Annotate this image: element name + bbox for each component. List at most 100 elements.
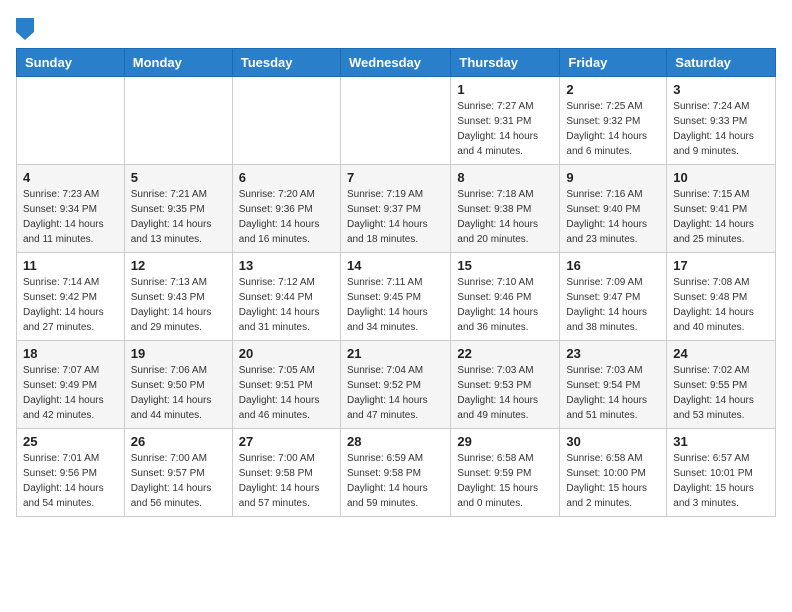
calendar-week-row: 18 Sunrise: 7:07 AM Sunset: 9:49 PM Dayli…: [17, 341, 776, 429]
day-number: 24: [673, 346, 769, 361]
calendar-week-row: 25 Sunrise: 7:01 AM Sunset: 9:56 PM Dayli…: [17, 429, 776, 517]
calendar-cell: 28 Sunrise: 6:59 AM Sunset: 9:58 PM Dayli…: [340, 429, 450, 517]
calendar-cell: 14 Sunrise: 7:11 AM Sunset: 9:45 PM Dayli…: [340, 253, 450, 341]
day-number: 2: [566, 82, 660, 97]
day-info: Sunrise: 7:24 AM Sunset: 9:33 PM Dayligh…: [673, 99, 769, 159]
day-info: Sunrise: 6:58 AM Sunset: 10:00 PM Daylig…: [566, 451, 660, 511]
calendar-cell: 6Sunrise: 7:20 AM Sunset: 9:36 PM Daylig…: [232, 165, 340, 253]
day-header-sunday: Sunday: [17, 49, 125, 77]
day-info: Sunrise: 7:12 AM Sunset: 9:44 PM Dayligh…: [239, 275, 334, 335]
calendar-cell: 29 Sunrise: 6:58 AM Sunset: 9:59 PM Dayli…: [451, 429, 560, 517]
calendar-cell: 20 Sunrise: 7:05 AM Sunset: 9:51 PM Dayli…: [232, 341, 340, 429]
calendar-cell: 16 Sunrise: 7:09 AM Sunset: 9:47 PM Dayli…: [560, 253, 667, 341]
day-number: 20: [239, 346, 334, 361]
day-number: 28: [347, 434, 444, 449]
day-info: Sunrise: 7:27 AM Sunset: 9:31 PM Dayligh…: [457, 99, 553, 159]
day-number: 26: [131, 434, 226, 449]
day-number: 12: [131, 258, 226, 273]
calendar-cell: 15Sunrise: 7:10 AM Sunset: 9:46 PM Dayli…: [451, 253, 560, 341]
calendar-cell: [232, 77, 340, 165]
calendar-cell: 10 Sunrise: 7:15 AM Sunset: 9:41 PM Dayli…: [667, 165, 776, 253]
day-header-monday: Monday: [124, 49, 232, 77]
day-info: Sunrise: 7:14 AM Sunset: 9:42 PM Dayligh…: [23, 275, 118, 335]
day-info: Sunrise: 7:02 AM Sunset: 9:55 PM Dayligh…: [673, 363, 769, 423]
day-number: 7: [347, 170, 444, 185]
logo-icon: [16, 18, 34, 40]
day-header-tuesday: Tuesday: [232, 49, 340, 77]
day-number: 9: [566, 170, 660, 185]
day-number: 14: [347, 258, 444, 273]
calendar-cell: 3 Sunrise: 7:24 AM Sunset: 9:33 PM Daylig…: [667, 77, 776, 165]
day-info: Sunrise: 6:59 AM Sunset: 9:58 PM Dayligh…: [347, 451, 444, 511]
day-number: 16: [566, 258, 660, 273]
day-info: Sunrise: 7:01 AM Sunset: 9:56 PM Dayligh…: [23, 451, 118, 511]
calendar-cell: 31Sunrise: 6:57 AM Sunset: 10:01 PM Dayl…: [667, 429, 776, 517]
day-info: Sunrise: 7:06 AM Sunset: 9:50 PM Dayligh…: [131, 363, 226, 423]
calendar-cell: [340, 77, 450, 165]
day-info: Sunrise: 7:25 AM Sunset: 9:32 PM Dayligh…: [566, 99, 660, 159]
day-number: 11: [23, 258, 118, 273]
calendar-cell: 8 Sunrise: 7:18 AM Sunset: 9:38 PM Daylig…: [451, 165, 560, 253]
calendar-cell: 26 Sunrise: 7:00 AM Sunset: 9:57 PM Dayli…: [124, 429, 232, 517]
day-number: 25: [23, 434, 118, 449]
day-number: 18: [23, 346, 118, 361]
day-number: 6: [239, 170, 334, 185]
calendar-cell: 22Sunrise: 7:03 AM Sunset: 9:53 PM Dayli…: [451, 341, 560, 429]
calendar-header-row: SundayMondayTuesdayWednesdayThursdayFrid…: [17, 49, 776, 77]
day-info: Sunrise: 7:16 AM Sunset: 9:40 PM Dayligh…: [566, 187, 660, 247]
day-number: 30: [566, 434, 660, 449]
day-info: Sunrise: 7:05 AM Sunset: 9:51 PM Dayligh…: [239, 363, 334, 423]
day-number: 17: [673, 258, 769, 273]
day-number: 22: [457, 346, 553, 361]
day-info: Sunrise: 7:13 AM Sunset: 9:43 PM Dayligh…: [131, 275, 226, 335]
day-info: Sunrise: 7:11 AM Sunset: 9:45 PM Dayligh…: [347, 275, 444, 335]
day-header-wednesday: Wednesday: [340, 49, 450, 77]
day-info: Sunrise: 6:57 AM Sunset: 10:01 PM Daylig…: [673, 451, 769, 511]
day-info: Sunrise: 7:00 AM Sunset: 9:58 PM Dayligh…: [239, 451, 334, 511]
calendar-cell: 9 Sunrise: 7:16 AM Sunset: 9:40 PM Daylig…: [560, 165, 667, 253]
calendar-cell: 2 Sunrise: 7:25 AM Sunset: 9:32 PM Daylig…: [560, 77, 667, 165]
calendar-cell: 17 Sunrise: 7:08 AM Sunset: 9:48 PM Dayli…: [667, 253, 776, 341]
calendar-cell: 30 Sunrise: 6:58 AM Sunset: 10:00 PM Dayl…: [560, 429, 667, 517]
day-number: 19: [131, 346, 226, 361]
day-number: 13: [239, 258, 334, 273]
calendar-week-row: 1Sunrise: 7:27 AM Sunset: 9:31 PM Daylig…: [17, 77, 776, 165]
day-number: 10: [673, 170, 769, 185]
calendar-cell: [124, 77, 232, 165]
day-info: Sunrise: 7:03 AM Sunset: 9:54 PM Dayligh…: [566, 363, 660, 423]
calendar-cell: [17, 77, 125, 165]
day-header-friday: Friday: [560, 49, 667, 77]
day-number: 15: [457, 258, 553, 273]
day-info: Sunrise: 7:08 AM Sunset: 9:48 PM Dayligh…: [673, 275, 769, 335]
day-header-saturday: Saturday: [667, 49, 776, 77]
day-info: Sunrise: 7:21 AM Sunset: 9:35 PM Dayligh…: [131, 187, 226, 247]
day-info: Sunrise: 7:15 AM Sunset: 9:41 PM Dayligh…: [673, 187, 769, 247]
day-number: 8: [457, 170, 553, 185]
day-info: Sunrise: 7:07 AM Sunset: 9:49 PM Dayligh…: [23, 363, 118, 423]
day-info: Sunrise: 7:09 AM Sunset: 9:47 PM Dayligh…: [566, 275, 660, 335]
day-number: 21: [347, 346, 444, 361]
calendar-week-row: 11 Sunrise: 7:14 AM Sunset: 9:42 PM Dayli…: [17, 253, 776, 341]
calendar-cell: 1Sunrise: 7:27 AM Sunset: 9:31 PM Daylig…: [451, 77, 560, 165]
day-info: Sunrise: 6:58 AM Sunset: 9:59 PM Dayligh…: [457, 451, 553, 511]
calendar-cell: 4Sunrise: 7:23 AM Sunset: 9:34 PM Daylig…: [17, 165, 125, 253]
day-info: Sunrise: 7:19 AM Sunset: 9:37 PM Dayligh…: [347, 187, 444, 247]
logo: [16, 16, 38, 38]
day-number: 27: [239, 434, 334, 449]
day-info: Sunrise: 7:00 AM Sunset: 9:57 PM Dayligh…: [131, 451, 226, 511]
calendar-cell: 11 Sunrise: 7:14 AM Sunset: 9:42 PM Dayli…: [17, 253, 125, 341]
day-number: 3: [673, 82, 769, 97]
calendar-table: SundayMondayTuesdayWednesdayThursdayFrid…: [16, 48, 776, 517]
day-number: 23: [566, 346, 660, 361]
day-info: Sunrise: 7:04 AM Sunset: 9:52 PM Dayligh…: [347, 363, 444, 423]
calendar-week-row: 4Sunrise: 7:23 AM Sunset: 9:34 PM Daylig…: [17, 165, 776, 253]
day-info: Sunrise: 7:18 AM Sunset: 9:38 PM Dayligh…: [457, 187, 553, 247]
calendar-cell: 5 Sunrise: 7:21 AM Sunset: 9:35 PM Daylig…: [124, 165, 232, 253]
calendar-cell: 18 Sunrise: 7:07 AM Sunset: 9:49 PM Dayli…: [17, 341, 125, 429]
calendar-cell: 19 Sunrise: 7:06 AM Sunset: 9:50 PM Dayli…: [124, 341, 232, 429]
day-number: 5: [131, 170, 226, 185]
day-info: Sunrise: 7:23 AM Sunset: 9:34 PM Dayligh…: [23, 187, 118, 247]
day-number: 29: [457, 434, 553, 449]
day-header-thursday: Thursday: [451, 49, 560, 77]
calendar-cell: 7 Sunrise: 7:19 AM Sunset: 9:37 PM Daylig…: [340, 165, 450, 253]
